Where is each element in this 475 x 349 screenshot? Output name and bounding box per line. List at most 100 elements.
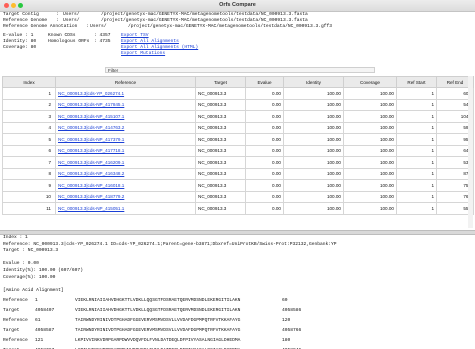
- cell-identity: 100.00: [283, 110, 344, 123]
- cell-index: 4: [2, 121, 56, 134]
- reference-link[interactable]: NC_000913.3|cds-YP_026274.1: [58, 91, 124, 96]
- table-row[interactable]: 1 NC_000913.3|cds-YP_026274.1 NC_000913.3 0…: [2, 87, 474, 100]
- cell-identity: 100.00: [283, 133, 344, 146]
- cell-index: 7: [2, 156, 56, 169]
- homologous-orfs-count: : 4735: [94, 39, 111, 44]
- cell-coverage: 100.00: [343, 87, 397, 100]
- cell-ref-start: 1: [396, 144, 437, 157]
- cell-identity: 100.00: [283, 156, 344, 169]
- cell-identity: 100.00: [283, 144, 344, 157]
- cell-evalue: 0.00: [245, 87, 284, 100]
- cell-index: 5: [2, 133, 56, 146]
- cell-reference: NC_000913.3|cds-NP_414763.2: [55, 121, 196, 134]
- reference-link[interactable]: NC_000913.3|cds-NP_417379.1: [58, 137, 124, 142]
- cell-target: NC_000913.3: [195, 144, 246, 157]
- detail-line: Target : NC_000913.3: [3, 248, 59, 254]
- detail-line: Coverage(%): 100.00: [3, 274, 56, 280]
- info-panel: Target Contig : Users/ /project/genetyx-…: [3, 12, 473, 64]
- cell-target: NC_000913.3: [195, 121, 246, 134]
- column-header-coverage[interactable]: Coverage: [343, 76, 397, 88]
- column-header-reference[interactable]: Reference: [55, 76, 196, 88]
- info-separator: :: [86, 24, 89, 29]
- info-label: Reference Genome Annotation: [3, 24, 78, 29]
- reference-link[interactable]: NC_000913.3|cds-NP_418779.2: [58, 194, 124, 199]
- reference-link[interactable]: NC_000913.3|cds-NP_417718.1: [58, 148, 124, 153]
- table-row[interactable]: 11 NC_000913.3|cds-NP_415051.1 NC_000913.3…: [2, 202, 474, 215]
- cell-ref-start: 1: [396, 121, 437, 134]
- cell-target: NC_000913.3: [195, 190, 246, 203]
- cell-identity: 100.00: [283, 190, 344, 203]
- table-row[interactable]: 2 NC_000913.3|cds-NP_417845.1 NC_000913.3 0…: [2, 98, 474, 111]
- cell-evalue: 0.00: [245, 133, 284, 146]
- cell-coverage: 100.00: [343, 156, 397, 169]
- cell-ref-start: 1: [396, 133, 437, 146]
- cell-identity: 100.00: [283, 179, 344, 192]
- alignment-row: Reference: [3, 318, 28, 324]
- reference-link[interactable]: NC_000913.3|cds-NP_415107.1: [58, 114, 124, 119]
- column-header-ref-start[interactable]: Ref Start: [396, 76, 437, 88]
- table-row[interactable]: 6 NC_000913.3|cds-NP_417718.1 NC_000913.3 0…: [2, 144, 474, 157]
- alignment-end: 60: [282, 298, 288, 304]
- table-row[interactable]: 9 NC_000913.3|cds-NP_416018.1 NC_000913.3 0…: [2, 179, 474, 192]
- table-row[interactable]: 8 NC_000913.3|cds-NP_416348.2 NC_000913.3 0…: [2, 167, 474, 180]
- cell-reference: NC_000913.3|cds-NP_417718.1: [55, 144, 196, 157]
- cell-target: NC_000913.3: [195, 202, 246, 215]
- coverage-setting: Coverage: 80: [3, 45, 37, 50]
- reference-link[interactable]: NC_000913.3|cds-NP_417845.1: [58, 102, 124, 107]
- cell-coverage: 100.00: [343, 121, 397, 134]
- cell-target: NC_000913.3: [195, 87, 246, 100]
- reference-link[interactable]: NC_000913.3|cds-NP_414763.2: [58, 125, 124, 130]
- table-row[interactable]: 4 NC_000913.3|cds-NP_414763.2 NC_000913.3 0…: [2, 121, 474, 134]
- alignment-end: 120: [282, 318, 291, 324]
- detail-line: Identity(%): 100.00 (607/607): [3, 268, 83, 273]
- info-path: /project/genetyx-mac/GENETYX-MAC/metagen…: [128, 24, 332, 29]
- column-header-identity[interactable]: Identity: [283, 76, 344, 88]
- cell-coverage: 100.00: [343, 179, 397, 192]
- cell-identity: 100.00: [283, 202, 344, 215]
- orfs-compare-window: Orfs Compare Target Contig : Users/ /pro…: [0, 0, 475, 349]
- cell-reference: NC_000913.3|cds-NP_416018.1: [55, 179, 196, 192]
- alignment-start: 4058407: [35, 308, 55, 314]
- table-row[interactable]: 3 NC_000913.3|cds-NP_415107.1 NC_000913.3 0…: [2, 110, 474, 123]
- table-row[interactable]: 5 NC_000913.3|cds-NP_417379.1 NC_000913.3 0…: [2, 133, 474, 146]
- detail-line: [Amino Acid Alignment]: [3, 287, 64, 293]
- alignment-seq: VIEKLRNIAIIAHVDHGKTTLVDKLLQQSGTFDSRAETQE…: [75, 308, 241, 314]
- cell-coverage: 100.00: [343, 133, 397, 146]
- alignment-start: 1: [35, 298, 38, 304]
- reference-link[interactable]: NC_000913.3|cds-NP_416209.1: [58, 160, 124, 165]
- alignment-seq: TAIRWNDYRINIVDTPGHADFGGEVERVMSMVDSVLLVVD…: [75, 328, 241, 334]
- column-header-evalue[interactable]: Evalue: [245, 76, 284, 88]
- table-scrollbar[interactable]: [468, 76, 473, 228]
- column-header-target[interactable]: Target: [195, 76, 246, 88]
- cell-target: NC_000913.3: [195, 133, 246, 146]
- filter-field[interactable]: Filter: [105, 67, 375, 73]
- cell-ref-start: 1: [396, 98, 437, 111]
- reference-link[interactable]: NC_000913.3|cds-NP_416018.1: [58, 183, 124, 188]
- cell-ref-start: 1: [396, 110, 437, 123]
- reference-link[interactable]: NC_000913.3|cds-NP_416348.2: [58, 171, 124, 176]
- cell-reference: NC_000913.3|cds-NP_418779.2: [55, 190, 196, 203]
- alignment-row: Reference: [3, 338, 28, 344]
- alignment-start: 61: [35, 318, 41, 324]
- cell-index: 11: [2, 202, 56, 215]
- column-header-index[interactable]: Index: [2, 76, 56, 88]
- cell-index: 1: [2, 87, 56, 100]
- cell-evalue: 0.00: [245, 156, 284, 169]
- cell-evalue: 0.00: [245, 179, 284, 192]
- table-row[interactable]: 10 NC_000913.3|cds-NP_418779.2 NC_000913.3…: [2, 190, 474, 203]
- cell-coverage: 100.00: [343, 167, 397, 180]
- reference-link[interactable]: NC_000913.3|cds-NP_415051.1: [58, 206, 124, 211]
- cell-identity: 100.00: [283, 167, 344, 180]
- cell-target: NC_000913.3: [195, 110, 246, 123]
- table-body: 1 NC_000913.3|cds-YP_026274.1 NC_000913.3 0…: [2, 87, 474, 215]
- table-row[interactable]: 7 NC_000913.3|cds-NP_416209.1 NC_000913.3 0…: [2, 156, 474, 169]
- cell-evalue: 0.00: [245, 202, 284, 215]
- cell-evalue: 0.00: [245, 167, 284, 180]
- cell-evalue: 0.00: [245, 110, 284, 123]
- export-mutations-link[interactable]: Export Mutations: [121, 51, 165, 57]
- alignment-end: 4058586: [282, 308, 302, 314]
- cell-evalue: 0.00: [245, 121, 284, 134]
- cell-ref-start: 1: [396, 87, 437, 100]
- cell-evalue: 0.00: [245, 144, 284, 157]
- cell-evalue: 0.00: [245, 98, 284, 111]
